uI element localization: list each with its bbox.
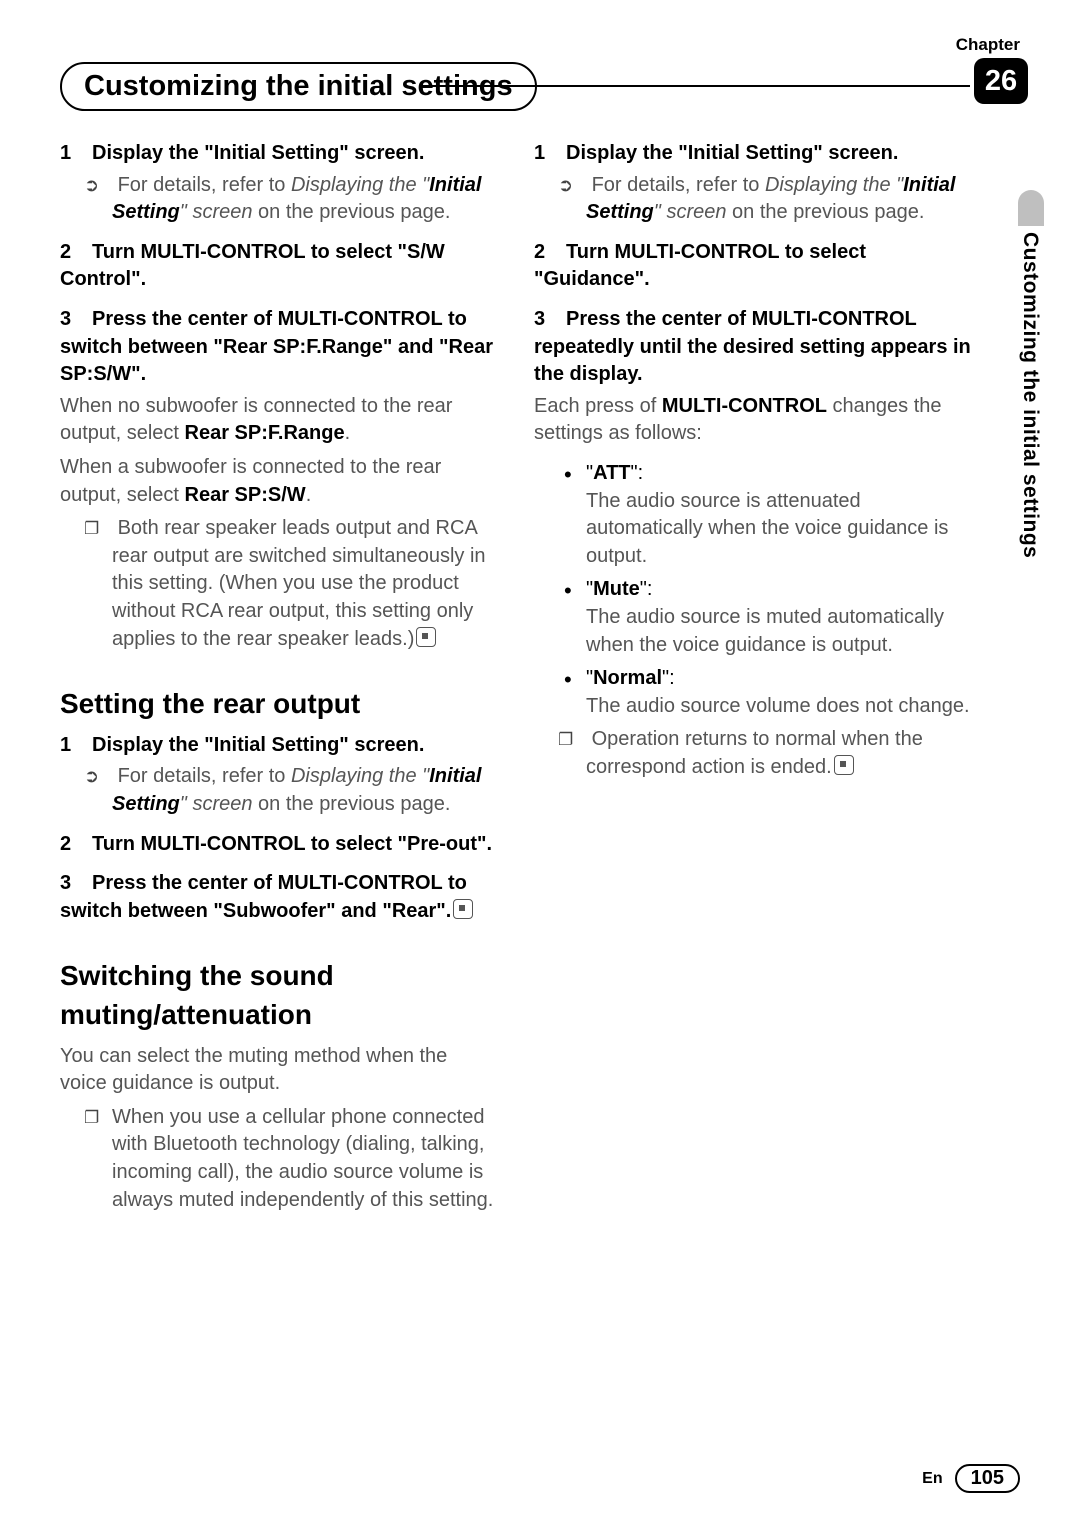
section-intro: You can select the muting method when th…	[60, 1043, 498, 1098]
step-1b: 1Display the "Initial Setting" screen. F…	[60, 732, 498, 819]
step-heading: Turn MULTI-CONTROL to select "Pre-out".	[92, 833, 492, 855]
step-2b: 2Turn MULTI-CONTROL to select "Pre-out".	[60, 831, 498, 859]
side-tab-cap	[1018, 190, 1044, 226]
end-mark-icon	[834, 755, 854, 775]
step-1r: 1Display the "Initial Setting" screen. F…	[534, 140, 972, 227]
step-heading: Press the center of MULTI-CONTROL to swi…	[60, 872, 467, 922]
page-header: Chapter Customizing the initial settings…	[60, 50, 1020, 110]
section-heading: Switching the sound muting/attenuation	[60, 957, 498, 1034]
step-1: 1Display the "Initial Setting" screen. F…	[60, 140, 498, 227]
step-body: Each press of MULTI-CONTROL changes the …	[534, 393, 972, 448]
step-3: 3Press the center of MULTI-CONTROL to sw…	[60, 306, 498, 653]
chapter-label: Chapter	[956, 35, 1020, 55]
manual-page: Chapter Customizing the initial settings…	[0, 0, 1080, 1529]
left-column: 1Display the "Initial Setting" screen. F…	[60, 140, 498, 1214]
step-heading: Press the center of MULTI-CONTROL to swi…	[60, 308, 493, 385]
step-number: 2	[534, 239, 566, 267]
step-heading: Turn MULTI-CONTROL to select "Guidance".	[534, 241, 866, 291]
step-number: 1	[534, 140, 566, 168]
header-rule	[420, 85, 970, 87]
step-number: 1	[60, 140, 92, 168]
step-number: 3	[60, 306, 92, 334]
option-normal: "Normal": The audio source volume does n…	[534, 665, 972, 720]
step-number: 2	[60, 239, 92, 267]
section-note: When you use a cellular phone connected …	[60, 1104, 498, 1214]
step-heading: Display the "Initial Setting" screen.	[92, 142, 424, 164]
step-detail: For details, refer to Displaying the "In…	[60, 172, 498, 227]
step-2r: 2Turn MULTI-CONTROL to select "Guidance"…	[534, 239, 972, 294]
step-2: 2Turn MULTI-CONTROL to select "S/W Contr…	[60, 239, 498, 294]
step-number: 3	[534, 306, 566, 334]
step-detail: For details, refer to Displaying the "In…	[534, 172, 972, 227]
step-body: When no subwoofer is connected to the re…	[60, 393, 498, 448]
chapter-number-badge: 26	[974, 58, 1028, 104]
side-tab-label: Customizing the initial settings	[1018, 232, 1042, 558]
footer-language: En	[922, 1470, 942, 1488]
step-detail: For details, refer to Displaying the "In…	[60, 763, 498, 818]
step-number: 3	[60, 870, 92, 898]
step-heading: Display the "Initial Setting" screen.	[566, 142, 898, 164]
option-mute: "Mute": The audio source is muted automa…	[534, 576, 972, 659]
step-3b: 3Press the center of MULTI-CONTROL to sw…	[60, 870, 498, 925]
step-3r: 3Press the center of MULTI-CONTROL repea…	[534, 306, 972, 448]
end-mark-icon	[453, 899, 473, 919]
side-tab: Customizing the initial settings	[1018, 190, 1046, 630]
step-number: 2	[60, 831, 92, 859]
step-heading: Press the center of MULTI-CONTROL repeat…	[534, 308, 971, 385]
section-heading: Setting the rear output	[60, 685, 498, 724]
step-heading: Display the "Initial Setting" screen.	[92, 734, 424, 756]
option-att: "ATT": The audio source is attenuated au…	[534, 460, 972, 570]
page-footer: En 105	[922, 1464, 1020, 1493]
end-note: Operation returns to normal when the cor…	[534, 726, 972, 781]
step-body: When a subwoofer is connected to the rea…	[60, 454, 498, 509]
page-number: 105	[955, 1464, 1020, 1493]
step-number: 1	[60, 732, 92, 760]
step-heading: Turn MULTI-CONTROL to select "S/W Contro…	[60, 241, 445, 291]
end-mark-icon	[416, 627, 436, 647]
right-column: 1Display the "Initial Setting" screen. F…	[534, 140, 972, 1214]
step-note: Both rear speaker leads output and RCA r…	[60, 515, 498, 653]
content-columns: 1Display the "Initial Setting" screen. F…	[60, 140, 1020, 1214]
